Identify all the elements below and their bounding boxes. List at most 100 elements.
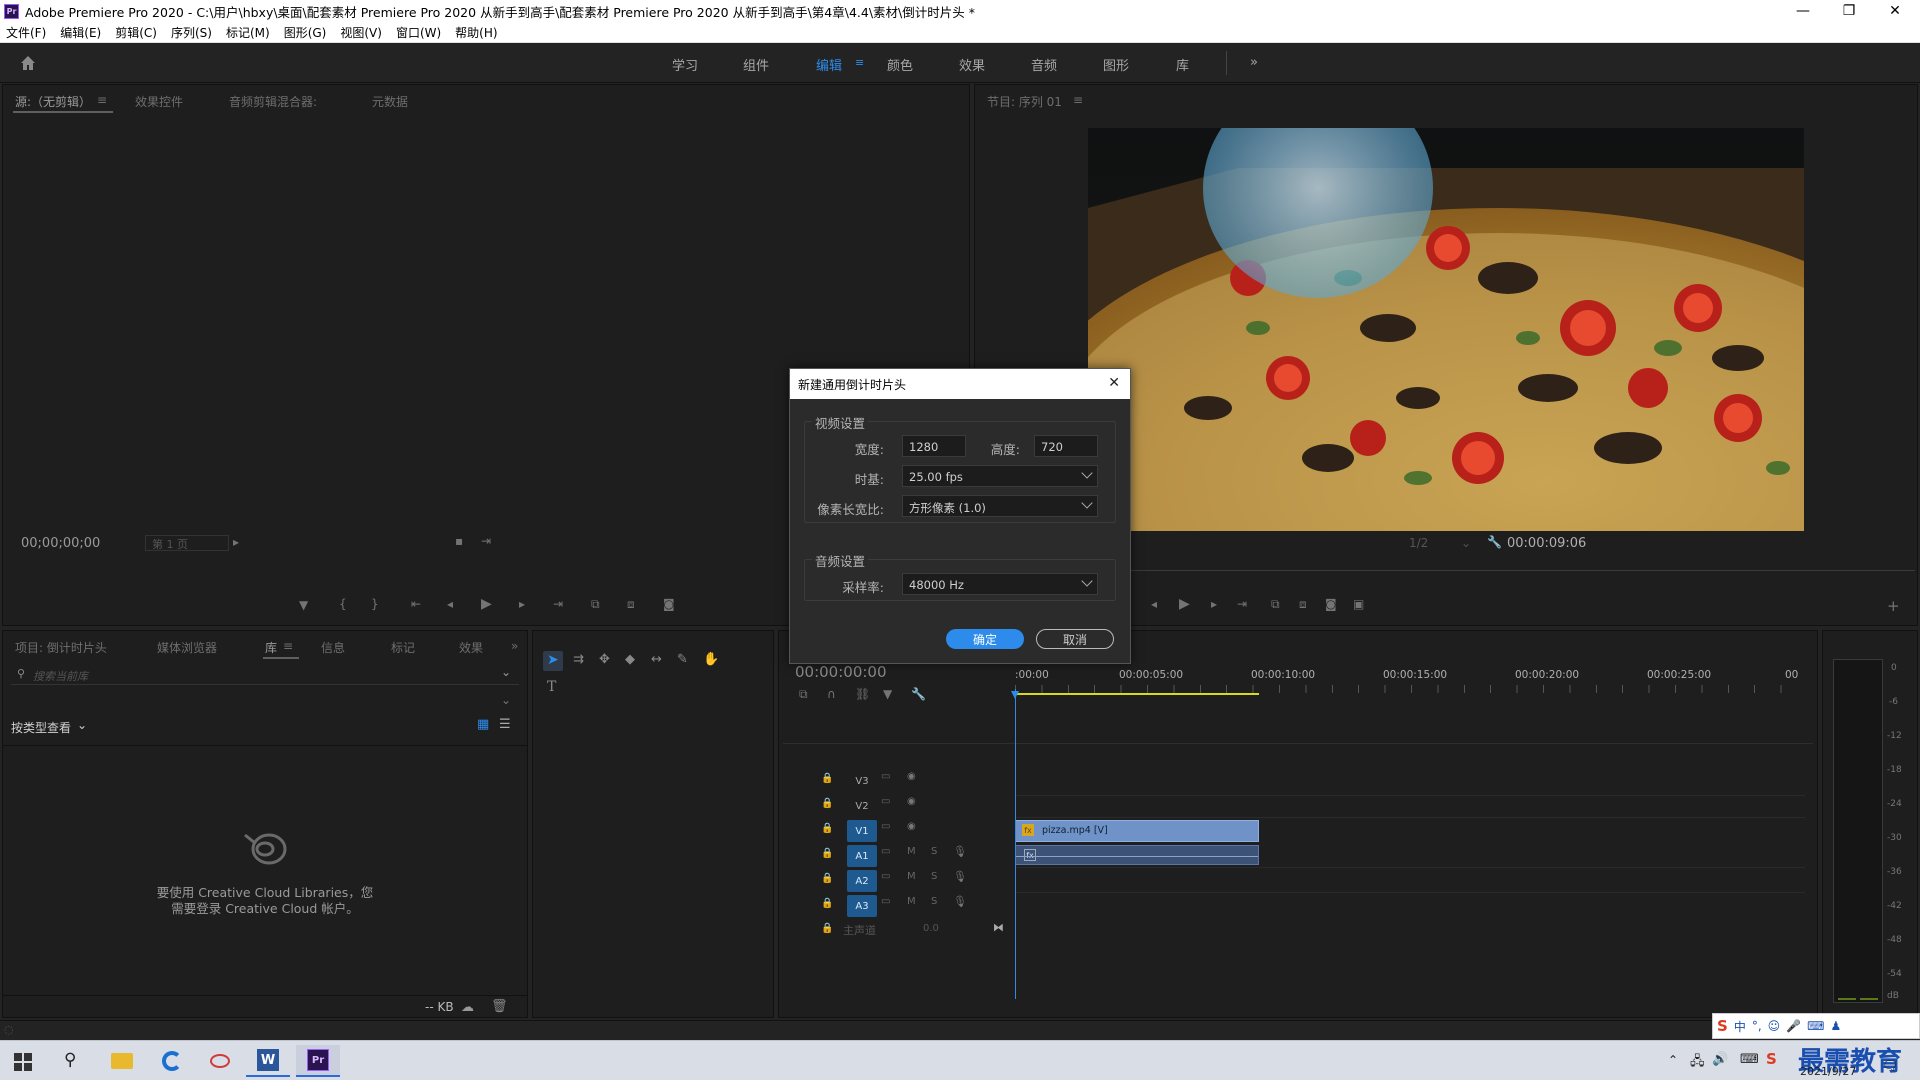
microphone-icon[interactable]: 🎙	[953, 845, 967, 858]
punctuation-icon[interactable]: °,	[1752, 1019, 1762, 1033]
playhead[interactable]	[1015, 689, 1016, 999]
taskbar-date[interactable]: 2021/9/27	[1800, 1065, 1856, 1078]
type-tool-icon[interactable]: T	[547, 679, 556, 695]
insert-icon[interactable]: ⧉	[591, 597, 600, 612]
menu-window[interactable]: 窗口(W)	[396, 24, 441, 41]
timeline-add-marker-icon[interactable]: ▼	[883, 687, 892, 701]
add-marker-icon[interactable]: ▼	[299, 598, 308, 612]
sync-lock-icon[interactable]: ▭	[881, 896, 890, 907]
nest-toggle-icon[interactable]: ⧉	[799, 687, 808, 702]
eye-icon[interactable]: ◉	[907, 821, 916, 832]
selection-tool-icon[interactable]: ➤	[547, 652, 559, 668]
track-a3-label[interactable]: A3	[847, 895, 877, 917]
voice-icon[interactable]: 🎤	[1786, 1019, 1801, 1033]
library-search[interactable]: ⚲ 搜索当前库 ⌄	[11, 665, 519, 685]
tab-effect-controls[interactable]: 效果控件	[135, 93, 183, 110]
video-clip[interactable]: fx pizza.mp4 [V]	[1015, 820, 1259, 842]
workspace-learn[interactable]: 学习	[672, 55, 698, 74]
sync-lock-icon[interactable]: ▭	[881, 871, 890, 882]
lock-icon[interactable]: 🔒	[821, 848, 833, 859]
button-editor-plus-icon[interactable]: +	[1887, 597, 1900, 615]
timeline-timecode[interactable]: 00:00:00:00	[795, 663, 887, 681]
workspace-assembly[interactable]: 组件	[743, 55, 769, 74]
emoji-icon[interactable]: ☺	[1768, 1019, 1781, 1033]
timeline-ruler[interactable]: :00:00 00:00:05:00 00:00:10:00 00:00:15:…	[1015, 665, 1805, 697]
master-volume-value[interactable]: 0.0	[923, 923, 939, 934]
tab-source[interactable]: 源:（无剪辑）	[15, 93, 91, 110]
pen-tool-icon[interactable]: ✎	[677, 652, 688, 667]
program-export-frame-icon[interactable]: ◙	[1325, 597, 1337, 611]
tab-info[interactable]: 信息	[321, 639, 345, 656]
program-settings-icon[interactable]: 🔧	[1487, 535, 1502, 549]
mute-button[interactable]: M	[907, 871, 916, 882]
tab-menu-icon[interactable]: ≡	[97, 93, 107, 107]
windows-start-icon[interactable]	[14, 1053, 32, 1071]
minimize-button[interactable]: —	[1780, 0, 1826, 22]
track-select-tool-icon[interactable]: ⇉	[573, 652, 584, 667]
lock-icon[interactable]: 🔒	[821, 923, 833, 934]
source-timecode[interactable]: 00;00;00;00	[21, 536, 100, 551]
cancel-button[interactable]: 取消	[1036, 629, 1114, 649]
tab-libraries[interactable]: 库	[265, 639, 277, 656]
grid-view-icon[interactable]: ▦	[477, 717, 489, 732]
go-to-out-icon[interactable]: ⇥	[553, 597, 563, 611]
go-to-in-icon[interactable]: ⇤	[411, 597, 421, 611]
menu-help[interactable]: 帮助(H)	[455, 24, 497, 41]
sync-lock-icon[interactable]: ▭	[881, 846, 890, 857]
step-forward-icon[interactable]: ▸	[519, 597, 525, 611]
extract-icon[interactable]: ⧈	[1299, 597, 1307, 612]
source-export-icon[interactable]: ⇥	[481, 534, 491, 548]
word-app-icon[interactable]: W	[246, 1045, 290, 1077]
workspace-more-icon[interactable]: »	[1250, 55, 1258, 70]
list-view-icon[interactable]: ☰	[499, 717, 511, 732]
program-play-icon[interactable]: ▶	[1179, 596, 1190, 612]
sync-lock-icon[interactable]: ▭	[881, 821, 890, 832]
solo-button[interactable]: S	[931, 896, 937, 907]
page-next-icon[interactable]: ▸	[233, 535, 239, 549]
comparison-view-icon[interactable]: ▣	[1353, 597, 1364, 611]
search-icon[interactable]: ⚲	[64, 1050, 76, 1070]
ime-mode[interactable]: 中	[1734, 1018, 1746, 1035]
play-icon[interactable]: ▶	[481, 596, 492, 612]
ok-button[interactable]: 确定	[946, 629, 1024, 649]
menu-edit[interactable]: 编辑(E)	[60, 24, 101, 41]
tab-effects[interactable]: 效果	[459, 639, 483, 656]
solo-button[interactable]: S	[931, 871, 937, 882]
mark-in-icon[interactable]: {	[339, 597, 347, 611]
close-window-button[interactable]: ✕	[1872, 0, 1918, 22]
home-icon[interactable]	[18, 53, 38, 73]
workspace-color[interactable]: 颜色	[887, 55, 913, 74]
tab-media-browser[interactable]: 媒体浏览器	[157, 639, 217, 656]
eye-icon[interactable]: ◉	[907, 796, 916, 807]
track-a2-label[interactable]: A2	[847, 870, 877, 892]
slip-tool-icon[interactable]: ↔	[651, 652, 662, 667]
razor-tool-icon[interactable]: ◆	[625, 652, 635, 667]
go-to-end-icon[interactable]: ⧓	[993, 921, 1004, 934]
program-step-forward-icon[interactable]: ▸	[1211, 597, 1217, 611]
audio-clip[interactable]: fx	[1015, 845, 1259, 865]
menu-graphics[interactable]: 图形(G)	[284, 24, 327, 41]
sample-rate-select[interactable]: 48000 Hz	[902, 573, 1098, 595]
program-tab-menu-icon[interactable]: ≡	[1073, 93, 1083, 107]
overwrite-icon[interactable]: ⧈	[627, 597, 635, 612]
sync-lock-icon[interactable]: ▭	[881, 796, 890, 807]
workspace-libraries[interactable]: 库	[1176, 55, 1189, 74]
program-go-to-out-icon[interactable]: ⇥	[1237, 597, 1247, 611]
lift-icon[interactable]: ⧉	[1271, 597, 1280, 612]
notification-icon[interactable]: 🗨	[1882, 1059, 1899, 1074]
mark-out-icon[interactable]: }	[371, 597, 379, 611]
export-frame-icon[interactable]: ◙	[663, 597, 675, 611]
menu-sequence[interactable]: 序列(S)	[171, 24, 212, 41]
zoom-dropdown-icon[interactable]: ⌄	[1461, 536, 1471, 550]
dialog-close-icon[interactable]: ✕	[1108, 375, 1120, 391]
sync-lock-icon[interactable]: ▭	[881, 771, 890, 782]
maximize-button[interactable]: ❐	[1826, 0, 1872, 22]
view-by-type-select[interactable]: 按类型查看	[11, 719, 71, 736]
lock-icon[interactable]: 🔒	[821, 898, 833, 909]
width-input[interactable]: 1280	[902, 435, 966, 457]
tab-audio-clip-mixer[interactable]: 音频剪辑混合器:	[229, 93, 317, 110]
mute-button[interactable]: M	[907, 846, 916, 857]
program-step-back-icon[interactable]: ◂	[1151, 597, 1157, 611]
playhead-handle[interactable]	[1011, 691, 1019, 699]
volume-icon[interactable]: 🔊	[1712, 1052, 1728, 1067]
